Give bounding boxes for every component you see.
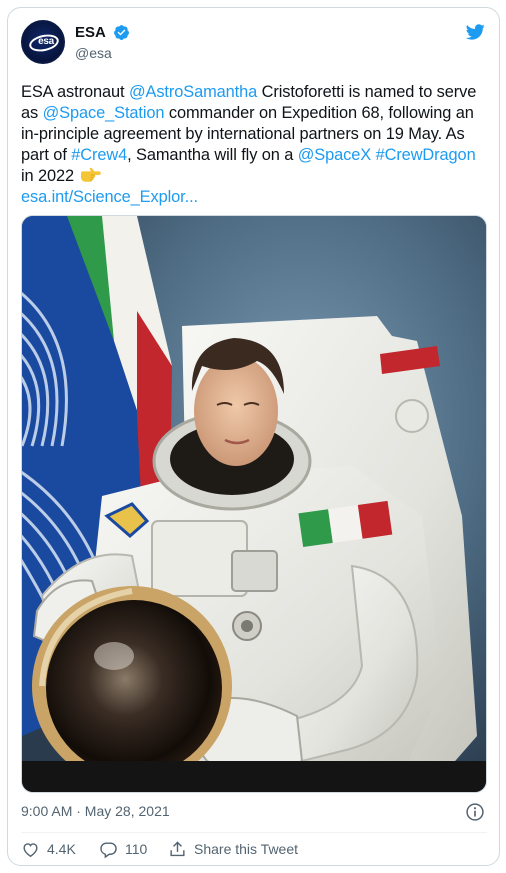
esa-logo-icon[interactable]: esa	[21, 20, 65, 64]
mention-space-station[interactable]: @Space_Station	[43, 104, 165, 122]
share-button[interactable]: Share this Tweet	[168, 838, 298, 860]
reply-button[interactable]: 110	[99, 838, 147, 860]
share-label: Share this Tweet	[194, 841, 299, 857]
pointing-hand-emoji	[80, 167, 101, 182]
tweet-photo[interactable]	[21, 215, 487, 793]
reply-count: 110	[125, 841, 148, 857]
hashtag-crewdragon[interactable]: #CrewDragon	[376, 146, 476, 164]
tweet-text-segment: ESA astronaut	[21, 83, 129, 101]
like-button[interactable]: 4.4K	[21, 838, 76, 860]
heart-icon	[23, 842, 38, 857]
tweet-card[interactable]: esa ESA @esa ESA astronaut @AstroSamanth…	[7, 7, 500, 866]
tweet-text-segment: , Samantha will fly on a	[127, 146, 298, 164]
tweet-timestamp[interactable]: 9:00 AM · May 28, 2021	[21, 803, 170, 819]
tweet-header: esa ESA @esa	[21, 20, 487, 64]
tweet-text: ESA astronaut @AstroSamantha Cristoforet…	[21, 82, 491, 208]
account-name[interactable]: ESA	[75, 24, 106, 41]
info-icon[interactable]	[465, 802, 485, 822]
twitter-bird-icon[interactable]	[463, 22, 487, 42]
article-link[interactable]: esa.int/Science_Explor...	[21, 188, 198, 206]
account-handle[interactable]: @esa	[75, 45, 130, 61]
tweet-text-segment: in 2022	[21, 167, 79, 185]
avatar-logo-text: esa	[38, 36, 54, 47]
reply-icon	[100, 841, 117, 858]
divider	[21, 832, 487, 833]
tweet-actions: 4.4K 110 Share this Tweet	[21, 838, 487, 860]
verified-badge-icon	[114, 25, 130, 41]
account-info[interactable]: ESA @esa	[75, 24, 130, 61]
mention-spacex[interactable]: @SpaceX	[298, 146, 371, 164]
share-icon	[170, 840, 185, 856]
like-count: 4.4K	[47, 841, 76, 857]
astronaut-portrait-image	[22, 216, 486, 792]
hashtag-crew4[interactable]: #Crew4	[71, 146, 127, 164]
mention-astrosamantha[interactable]: @AstroSamantha	[129, 83, 257, 101]
